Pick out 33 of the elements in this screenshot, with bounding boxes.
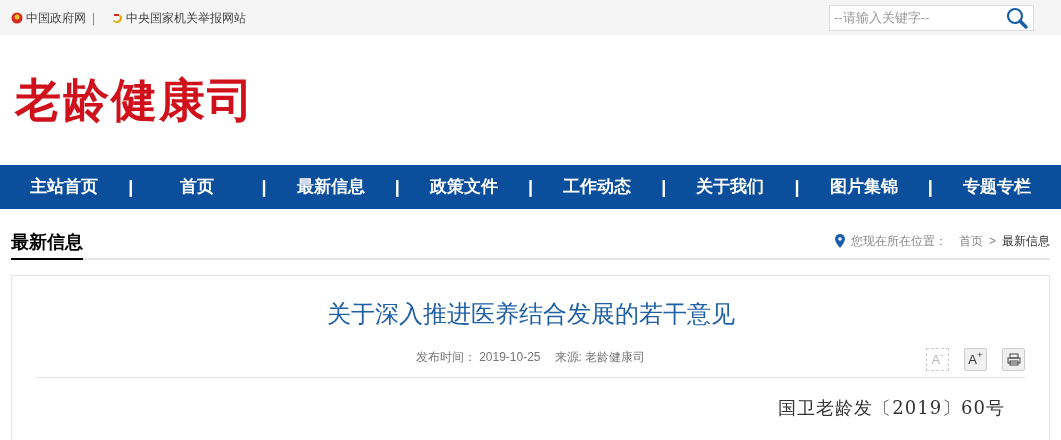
nav-link[interactable]: 工作动态 — [533, 174, 662, 200]
section-title: 最新信息 — [11, 229, 83, 260]
nav-link[interactable]: 关于我们 — [666, 174, 795, 200]
publish-date: 发布时间： 2019-10-25 — [415, 349, 541, 366]
link-separator: | — [92, 9, 96, 27]
printer-icon — [1006, 353, 1021, 366]
nav-link[interactable]: 图片集锦 — [799, 174, 928, 200]
emblem-icon — [11, 11, 23, 24]
nav-link[interactable]: 专题专栏 — [932, 174, 1061, 200]
nav-separator: | — [128, 175, 134, 199]
article-source: 来源: 老龄健康司 — [554, 349, 646, 366]
breadcrumb-link[interactable]: 最新信息 — [1002, 232, 1050, 250]
nav-separator: | — [794, 175, 800, 199]
font-size-button[interactable]: A$^{+}$ — [964, 348, 987, 371]
site-logo: 老龄健康司 — [15, 71, 255, 129]
site-link[interactable]: 中国政府网 — [26, 8, 86, 27]
breadcrumb-link[interactable]: 首页 — [959, 232, 983, 250]
document-number: 国卫老龄发〔2019〕60号 — [778, 396, 1005, 420]
site-link[interactable]: 中央国家机关举报网站 — [126, 8, 247, 27]
breadcrumb-label: 您现在所在位置： — [851, 233, 947, 250]
nav-link[interactable]: 首页 — [133, 174, 262, 200]
article-title: 关于深入推进医养结合发展的若干意见 — [325, 299, 736, 329]
nav-separator: | — [394, 175, 400, 199]
nav-separator: | — [927, 175, 933, 199]
nav-link[interactable]: 最新信息 — [266, 174, 395, 200]
nav-separator: | — [527, 175, 533, 199]
nav-separator: | — [661, 175, 667, 199]
breadcrumb-separator: > — [989, 233, 996, 250]
location-pin-icon — [835, 234, 845, 248]
nav-link[interactable]: 主站首页 — [0, 174, 129, 200]
nav-link[interactable]: 政策文件 — [399, 174, 528, 200]
print-button[interactable] — [1002, 348, 1025, 371]
nav-separator: | — [261, 175, 267, 199]
